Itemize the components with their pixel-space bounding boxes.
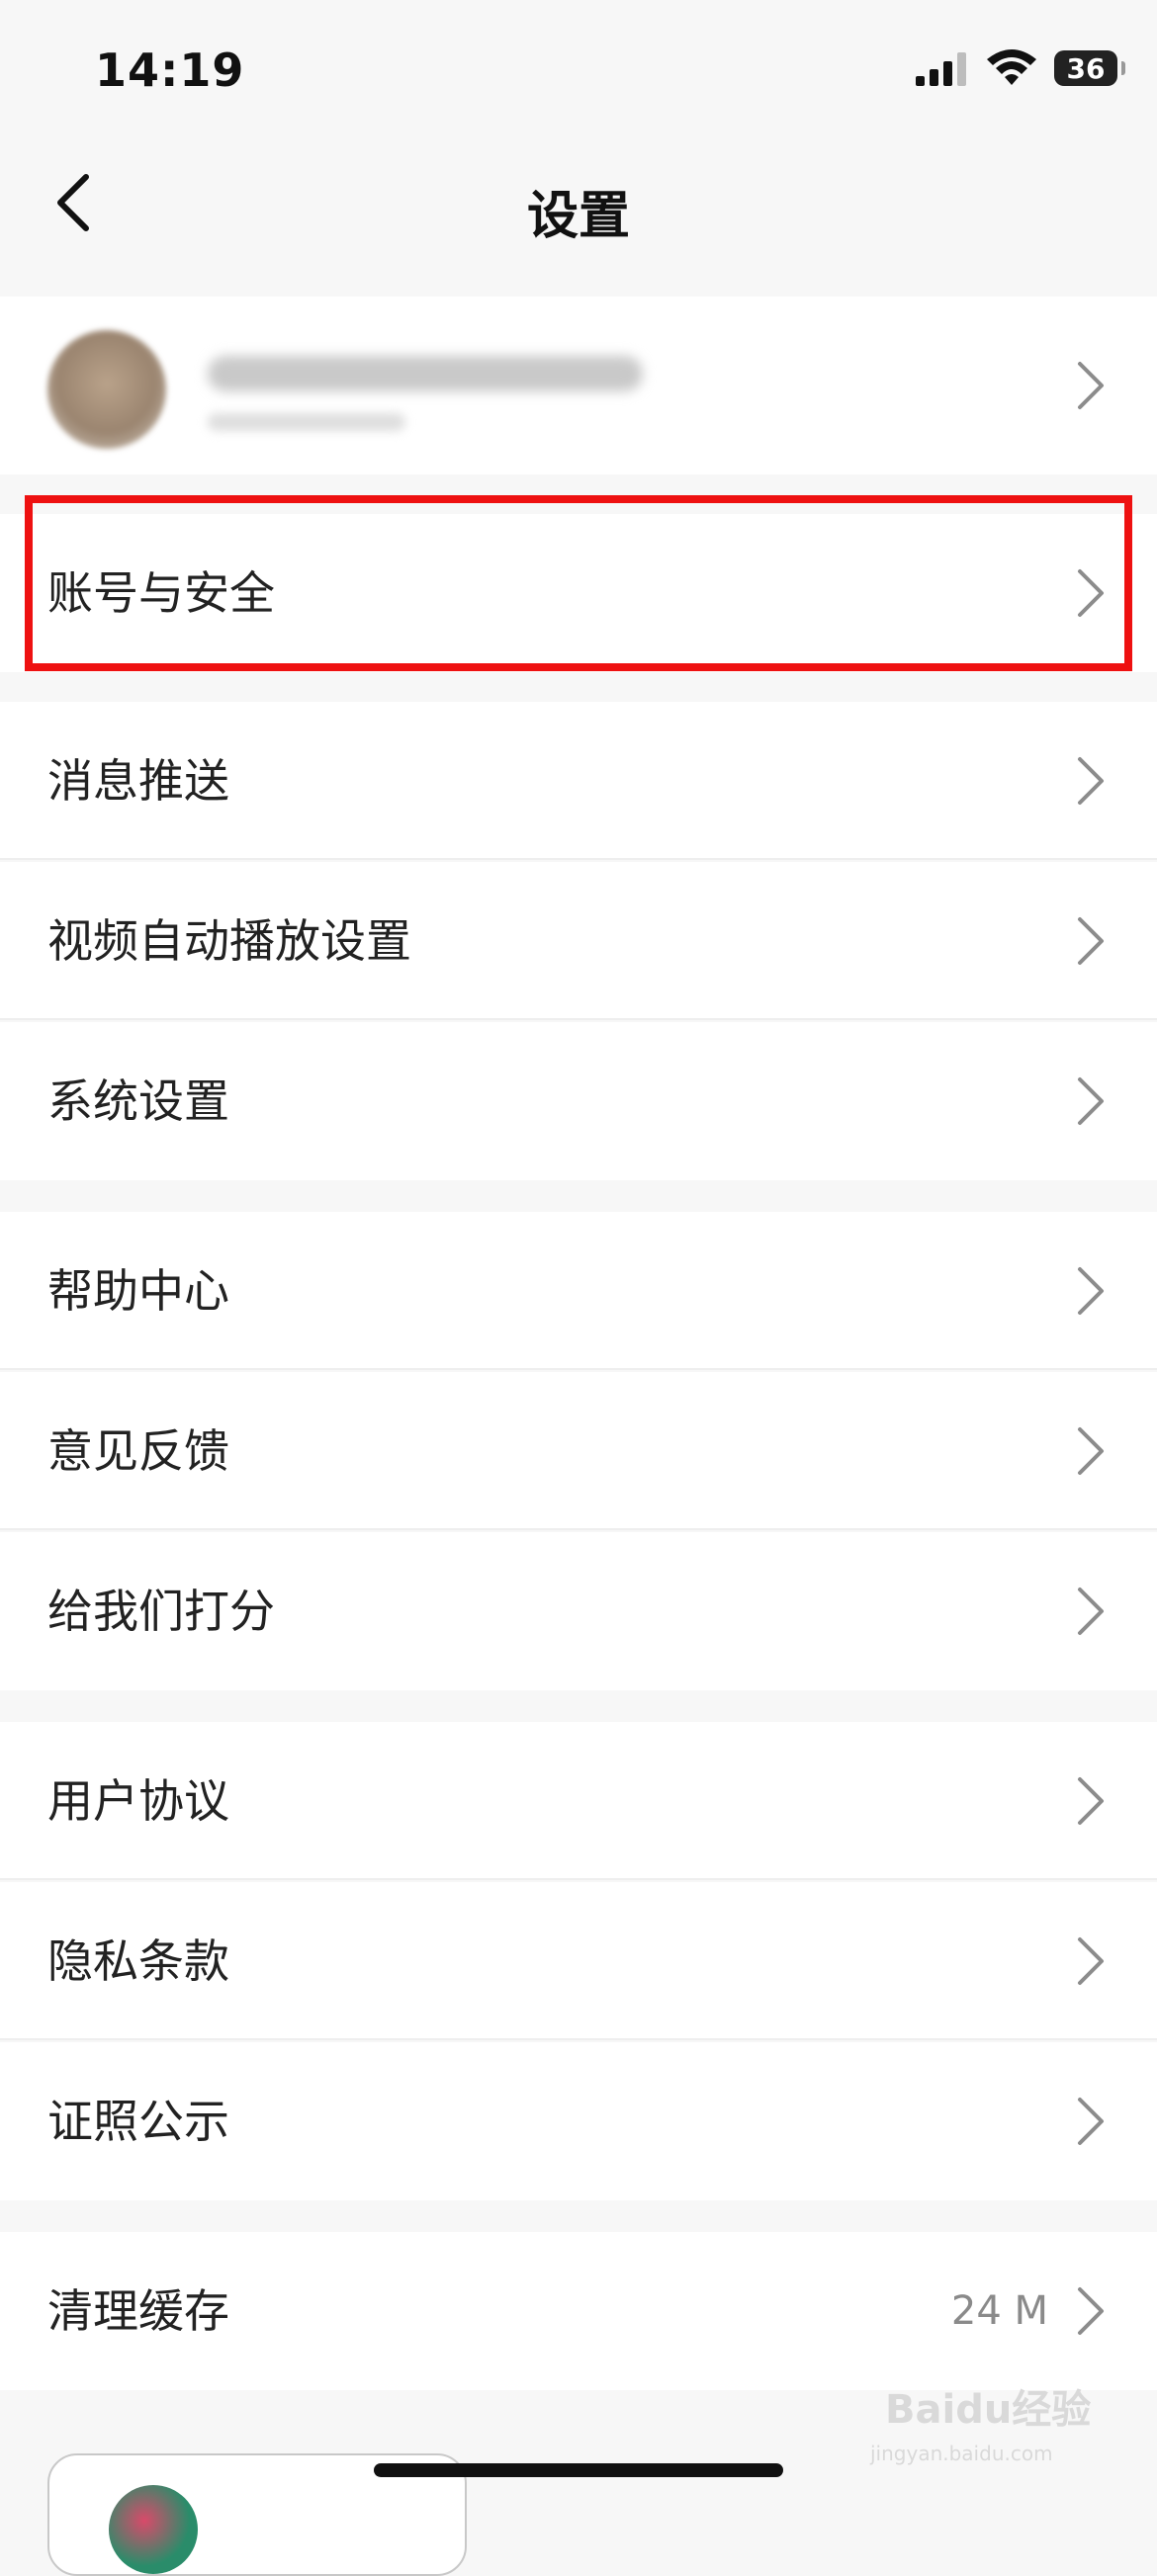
chevron-right-icon (1078, 1267, 1104, 1315)
row-label: 视频自动播放设置 (47, 914, 411, 968)
wifi-icon (987, 49, 1036, 85)
status-icons: 36 (916, 49, 1125, 87)
cache-size-value: 24 M (950, 2288, 1048, 2334)
row-message-push[interactable]: 消息推送 (0, 702, 1157, 860)
chevron-right-icon (1078, 362, 1104, 409)
row-privacy-policy[interactable]: 隐私条款 (0, 1882, 1157, 2040)
row-label: 用户协议 (47, 1774, 229, 1828)
row-system-settings[interactable]: 系统设置 (0, 1022, 1157, 1180)
row-label: 证照公示 (47, 2095, 229, 2148)
signal-icon (916, 52, 966, 86)
chevron-right-icon (1078, 1427, 1104, 1475)
chevron-right-icon (1078, 1937, 1104, 1985)
home-indicator[interactable] (374, 2463, 783, 2477)
row-label: 系统设置 (47, 1074, 229, 1128)
chevron-right-icon (1078, 1777, 1104, 1825)
row-feedback[interactable]: 意见反馈 (0, 1372, 1157, 1530)
row-video-autoplay[interactable]: 视频自动播放设置 (0, 862, 1157, 1020)
row-user-agreement[interactable]: 用户协议 (0, 1722, 1157, 1880)
row-account-security[interactable]: 账号与安全 (0, 514, 1157, 672)
chevron-right-icon (1078, 1588, 1104, 1635)
chevron-right-icon (1078, 1077, 1104, 1125)
chevron-right-icon (1078, 917, 1104, 965)
row-rate-us[interactable]: 给我们打分 (0, 1532, 1157, 1690)
nav-bar: 设置 (0, 138, 1157, 272)
row-label: 给我们打分 (47, 1585, 275, 1638)
row-clear-cache[interactable]: 清理缓存 24 M (0, 2232, 1157, 2390)
chevron-right-icon (1078, 2098, 1104, 2145)
status-time: 14:19 (95, 43, 245, 97)
avatar (47, 330, 166, 449)
row-label: 消息推送 (47, 754, 229, 808)
status-bar: 14:19 36 (0, 0, 1157, 138)
blurred-user-id (208, 413, 405, 431)
chevron-right-icon (1078, 757, 1104, 805)
row-label: 意见反馈 (47, 1424, 229, 1478)
row-label: 隐私条款 (47, 1934, 229, 1988)
battery-indicator: 36 (1054, 50, 1125, 86)
blurred-username (208, 356, 643, 391)
row-label: 清理缓存 (47, 2284, 229, 2338)
row-label: 帮助中心 (47, 1264, 229, 1318)
profile-row[interactable] (0, 297, 1157, 474)
app-logo-icon (109, 2485, 198, 2574)
page-title: 设置 (526, 187, 630, 246)
watermark-url: jingyan.baidu.com (870, 2442, 1053, 2465)
watermark: Baidu经验 (885, 2387, 1092, 2433)
chevron-right-icon (1078, 2287, 1104, 2335)
row-help-center[interactable]: 帮助中心 (0, 1212, 1157, 1370)
row-licenses[interactable]: 证照公示 (0, 2042, 1157, 2200)
chevron-right-icon (1078, 569, 1104, 617)
row-label: 账号与安全 (47, 566, 275, 620)
